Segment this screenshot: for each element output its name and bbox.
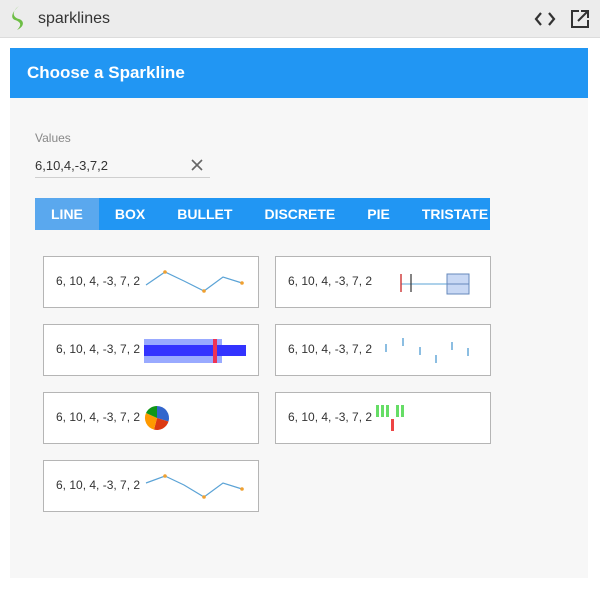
bullet-performance-bar [144,345,246,356]
sparkline-card-discrete[interactable]: 6, 10, 4, -3, 7, 2 [275,324,491,376]
last-marker [240,487,244,491]
tab-box[interactable]: BOX [99,198,161,230]
card-values-label: 6, 10, 4, -3, 7, 2 [288,274,373,288]
tab-discrete[interactable]: DISCRETE [248,198,351,230]
close-icon[interactable] [190,158,204,172]
sparkline-card-line-2[interactable]: 6, 10, 4, -3, 7, 2 [43,460,259,512]
values-field [35,154,210,178]
bullet-sparkline [144,339,246,363]
tristate-bar-positive [376,405,379,417]
sparkline-card-line[interactable]: 6, 10, 4, -3, 7, 2 [43,256,259,308]
tab-line[interactable]: LINE [35,198,99,230]
sparkline-logo-icon [12,6,23,30]
bullet-target [213,339,217,363]
max-marker [163,270,167,274]
pie-sparkline [144,405,170,430]
title-bar: sparklines [0,0,600,38]
min-marker [202,289,206,293]
page-title: Choose a Sparkline [10,48,588,98]
app-title: sparklines [38,10,111,27]
tristate-bar-positive [381,405,384,417]
card-values-label: 6, 10, 4, -3, 7, 2 [288,342,373,356]
sparkline-card-pie[interactable]: 6, 10, 4, -3, 7, 2 [43,392,259,444]
discrete-sparkline [385,338,469,363]
last-marker [240,281,244,285]
sparkline-card-bullet[interactable]: 6, 10, 4, -3, 7, 2 [43,324,259,376]
sparkline-card-tristate[interactable]: 6, 10, 4, -3, 7, 2 [275,392,491,444]
box-sparkline [400,273,470,295]
tristate-bar-negative [391,419,394,431]
line-sparkline-path [145,271,243,292]
min-marker [202,495,206,499]
tab-tristate[interactable]: TRISTATE [406,198,504,230]
external-link-icon[interactable] [570,9,590,29]
tristate-bar-positive [386,405,389,417]
sparkline-card-box[interactable]: 6, 10, 4, -3, 7, 2 [275,256,491,308]
tab-pie[interactable]: PIE [351,198,406,230]
max-marker [163,474,167,478]
card-values-label: 6, 10, 4, -3, 7, 2 [56,478,141,492]
card-values-label: 6, 10, 4, -3, 7, 2 [56,342,141,356]
tristate-sparkline [376,405,404,431]
values-label: Values [35,131,71,145]
line-sparkline [145,474,244,499]
sparkline-chooser-panel: Choose a Sparkline Values LINE BOX BULLE… [10,48,588,578]
code-icon[interactable] [534,9,556,29]
card-values-label: 6, 10, 4, -3, 7, 2 [56,410,141,424]
tab-bullet[interactable]: BULLET [161,198,248,230]
line-sparkline-path [145,475,243,498]
tristate-bar-positive [396,405,399,417]
sparkline-type-tabs: LINE BOX BULLET DISCRETE PIE TRISTATE [35,198,490,230]
card-values-label: 6, 10, 4, -3, 7, 2 [288,410,373,424]
tristate-bar-positive [401,405,404,417]
card-values-label: 6, 10, 4, -3, 7, 2 [56,274,141,288]
line-sparkline [145,270,244,293]
values-input[interactable] [35,154,185,176]
